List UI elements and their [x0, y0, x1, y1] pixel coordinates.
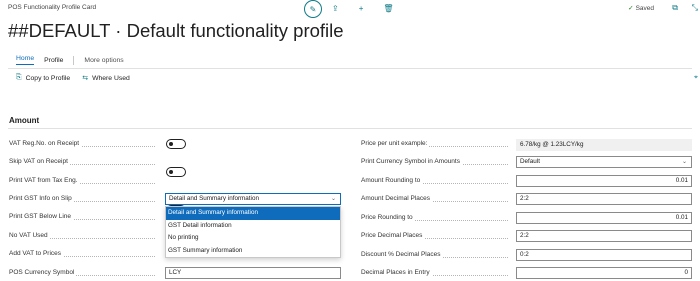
field-label-amount-decimal-places: Amount Decimal Places: [361, 195, 512, 202]
plus-icon[interactable]: +: [359, 0, 364, 18]
skip-vat-toggle[interactable]: [166, 167, 186, 177]
field-label-price-per-unit-example: Price per unit example:: [361, 140, 512, 147]
decimal-places-entry-input[interactable]: 0: [516, 267, 692, 279]
action-bar: ⎘ Copy to Profile ⇆ Where Used: [16, 74, 142, 82]
collapse-icon[interactable]: ⤡: [692, 3, 698, 13]
where-used-label: Where Used: [92, 74, 130, 82]
field-label-amount-rounding: Amount Rounding to: [361, 177, 512, 184]
field-label-print-gst-info: Print GST Info on Slip: [9, 195, 159, 202]
chevron-down-icon: ⌄: [681, 159, 687, 165]
open-in-new-window-icon[interactable]: ⧉: [672, 3, 678, 13]
field-label-add-vat-prices: Add VAT to Prices: [9, 250, 159, 257]
section-divider: [8, 128, 692, 129]
window-title: POS Functionality Profile Card: [8, 4, 97, 11]
tab-divider: [73, 55, 75, 65]
tab-more-options[interactable]: More options: [84, 57, 123, 64]
dropdown-option[interactable]: GST Detail information: [166, 220, 340, 233]
divider: [8, 68, 692, 69]
dropdown-option[interactable]: GST Summary information: [166, 245, 340, 258]
section-title: Amount: [9, 116, 40, 125]
print-gst-info-select[interactable]: Detail and Summary information ⌄: [165, 193, 341, 205]
action-tabs: Home Profile More options: [16, 55, 134, 65]
share-icon[interactable]: ⇪: [332, 0, 339, 18]
where-used-button[interactable]: ⇆ Where Used: [82, 74, 130, 83]
record-toolbar: ✎ ⇪ + 🗑: [304, 0, 414, 18]
saved-status: ✓ Saved: [628, 4, 654, 12]
where-used-icon: ⇆: [82, 75, 89, 82]
field-label-price-rounding: Price Rounding to: [361, 214, 512, 221]
field-label-print-currency-symbol: Print Currency Symbol in Amounts: [361, 158, 512, 165]
field-label-print-vat-tax: Print VAT from Tax Eng.: [9, 177, 159, 184]
field-label-print-gst-below: Print GST Below Line: [9, 213, 159, 220]
dropdown-option[interactable]: Detail and Summary information: [166, 207, 340, 220]
field-label-pos-currency-symbol: POS Currency Symbol: [9, 269, 159, 276]
print-currency-symbol-value: Default: [520, 158, 540, 165]
print-gst-info-value: Detail and Summary information: [169, 195, 259, 202]
field-label-skip-vat: Skip VAT on Receipt: [9, 158, 159, 165]
field-label-discount-decimal-places: Discount % Decimal Places: [361, 251, 512, 258]
pencil-icon[interactable]: ✎: [304, 0, 322, 18]
checkmark-icon: ✓: [628, 5, 634, 12]
trash-icon[interactable]: 🗑: [383, 0, 393, 18]
pos-currency-symbol-input[interactable]: LCY: [165, 267, 341, 279]
amount-decimal-places-input[interactable]: 2:2: [516, 193, 692, 205]
copy-to-profile-button[interactable]: ⎘ Copy to Profile: [16, 74, 70, 82]
tab-profile[interactable]: Profile: [44, 57, 63, 64]
gst-info-dropdown: Detail and Summary information GST Detai…: [165, 206, 341, 258]
pin-icon[interactable]: ⌖: [694, 74, 698, 82]
amount-rounding-input[interactable]: 0.01: [516, 175, 692, 187]
copy-icon: ⎘: [16, 74, 22, 81]
field-label-vat-reg-no: VAT Reg.No. on Receipt: [9, 140, 159, 147]
tab-home[interactable]: Home: [16, 55, 35, 65]
field-label-price-decimal-places: Price Decimal Places: [361, 232, 512, 239]
vat-reg-no-toggle[interactable]: [166, 139, 186, 149]
dropdown-option[interactable]: No printing: [166, 232, 340, 245]
price-rounding-input[interactable]: 0.01: [516, 212, 692, 224]
price-decimal-places-input[interactable]: 2:2: [516, 230, 692, 242]
field-label-no-vat-used: No VAT Used: [9, 232, 159, 239]
page-title: ##DEFAULT · Default functionality profil…: [8, 20, 344, 41]
print-currency-symbol-select[interactable]: Default ⌄: [516, 156, 692, 168]
copy-to-profile-label: Copy to Profile: [25, 74, 71, 82]
price-per-unit-example-value: 6.78/kg @ 1.23LCY/kg: [516, 139, 692, 151]
saved-label: Saved: [635, 5, 654, 12]
field-label-decimal-places-entry: Decimal Places in Entry: [361, 269, 512, 276]
chevron-down-icon: ⌄: [330, 196, 336, 202]
discount-decimal-places-input[interactable]: 0:2: [516, 249, 692, 261]
